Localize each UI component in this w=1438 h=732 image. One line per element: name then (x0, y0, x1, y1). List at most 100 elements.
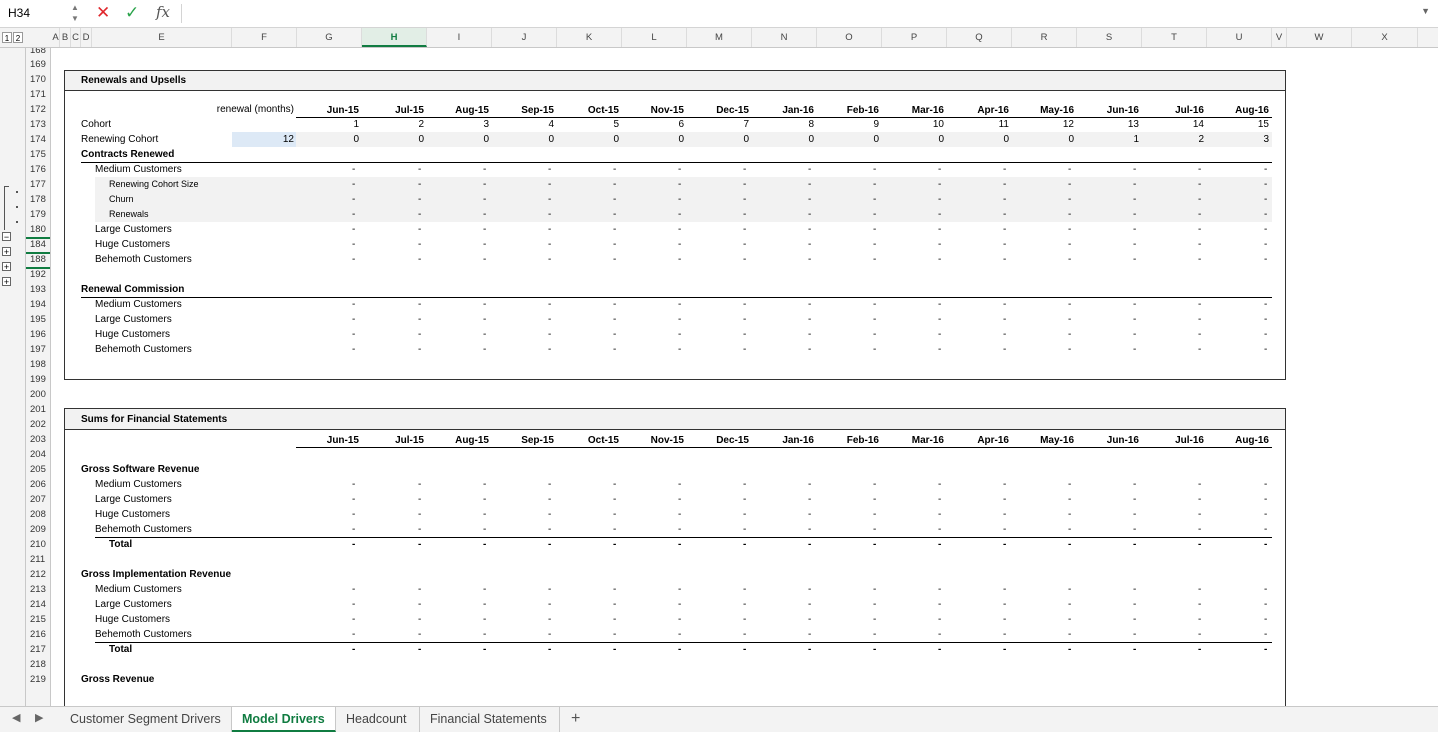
row-header-198[interactable]: 198 (26, 357, 50, 372)
row-header-213[interactable]: 213 (26, 582, 50, 597)
sheet-tab-model-drivers[interactable]: Model Drivers (232, 707, 336, 732)
name-box[interactable]: H34 (0, 0, 66, 26)
column-header-d[interactable]: D (81, 28, 92, 47)
impl-behemoth-dash: - (1068, 629, 1072, 640)
row-header-218[interactable]: 218 (26, 657, 50, 672)
column-header-g[interactable]: G (297, 28, 362, 47)
chevron-down-icon[interactable]: ▼ (1421, 6, 1430, 16)
column-header-m[interactable]: M (687, 28, 752, 47)
row-header-197[interactable]: 197 (26, 342, 50, 357)
contracts-large-dash: - (1264, 224, 1268, 235)
software-medium-dash: - (938, 479, 942, 490)
cohort-size-dash: - (483, 179, 487, 190)
contracts-behemoth-dash: - (1068, 254, 1072, 265)
outline-collapse-button[interactable]: − (2, 232, 11, 242)
outline-level-2-button[interactable]: 2 (13, 32, 23, 43)
renewals-section-title: Renewals and Upsells (65, 71, 1285, 91)
row-header-208[interactable]: 208 (26, 507, 50, 522)
row-header-169[interactable]: 169 (26, 57, 50, 72)
commission-behemoth-dash: - (352, 344, 356, 355)
column-header-q[interactable]: Q (947, 28, 1012, 47)
row-header-176[interactable]: 176 (26, 162, 50, 177)
sums-month-header-10: Apr-16 (977, 435, 1009, 446)
row-header-193[interactable]: 193 (26, 282, 50, 297)
row-header-171[interactable]: 171 (26, 87, 50, 102)
row-header-202[interactable]: 202 (26, 417, 50, 432)
row-header-215[interactable]: 215 (26, 612, 50, 627)
renewal-commission-label: Renewal Commission (81, 284, 185, 295)
column-header-r[interactable]: R (1012, 28, 1077, 47)
column-header-c[interactable]: C (71, 28, 81, 47)
sheet-tab-customer-segment-drivers[interactable]: Customer Segment Drivers (60, 707, 232, 732)
row-header-214[interactable]: 214 (26, 597, 50, 612)
close-icon[interactable]: ✕ (96, 3, 110, 23)
software-total-dash: - (548, 539, 552, 550)
sheet-tab-headcount[interactable]: Headcount (336, 707, 420, 732)
row-header-212[interactable]: 212 (26, 567, 50, 582)
prev-sheet-icon[interactable]: ◀ (12, 711, 20, 724)
column-header-n[interactable]: N (752, 28, 817, 47)
row-header-201[interactable]: 201 (26, 402, 50, 417)
row-header-178[interactable]: 178 (26, 192, 50, 207)
churn-dash: - (548, 194, 552, 205)
column-header-a[interactable]: A (52, 28, 60, 47)
column-header-v[interactable]: V (1272, 28, 1287, 47)
add-sheet-button[interactable]: + (571, 707, 580, 732)
row-header-196[interactable]: 196 (26, 327, 50, 342)
column-header-f[interactable]: F (232, 28, 297, 47)
sheet-tab-financial-statements[interactable]: Financial Statements (420, 707, 560, 732)
row-header-209[interactable]: 209 (26, 522, 50, 537)
outline-level-1-button[interactable]: 1 (2, 32, 12, 43)
row-header-206[interactable]: 206 (26, 477, 50, 492)
column-header-h[interactable]: H (362, 28, 427, 47)
outline-expand-button[interactable]: + (2, 277, 11, 287)
software-large-dash: - (1003, 494, 1007, 505)
row-header-175[interactable]: 175 (26, 147, 50, 162)
column-header-i[interactable]: I (427, 28, 492, 47)
row-header-174[interactable]: 174 (26, 132, 50, 147)
column-header-p[interactable]: P (882, 28, 947, 47)
row-header-217[interactable]: 217 (26, 642, 50, 657)
check-icon[interactable]: ✓ (125, 3, 139, 23)
sums-month-header-13: Jul-16 (1175, 435, 1204, 446)
row-header-219[interactable]: 219 (26, 672, 50, 687)
row-header-195[interactable]: 195 (26, 312, 50, 327)
function-icon[interactable]: fx (156, 3, 170, 21)
outline-expand-button[interactable]: + (2, 247, 11, 257)
row-header-203[interactable]: 203 (26, 432, 50, 447)
column-header-u[interactable]: U (1207, 28, 1272, 47)
row-header-207[interactable]: 207 (26, 492, 50, 507)
column-header-l[interactable]: L (622, 28, 687, 47)
row-header-200[interactable]: 200 (26, 387, 50, 402)
row-header-177[interactable]: 177 (26, 177, 50, 192)
outline-expand-button[interactable]: + (2, 262, 11, 272)
row-header-173[interactable]: 173 (26, 117, 50, 132)
column-header-o[interactable]: O (817, 28, 882, 47)
sums-month-header-12: Jun-16 (1106, 435, 1139, 446)
row-header-192[interactable]: 192 (26, 267, 50, 282)
row-header-172[interactable]: 172 (26, 102, 50, 117)
column-header-s[interactable]: S (1077, 28, 1142, 47)
row-header-170[interactable]: 170 (26, 72, 50, 87)
column-header-x[interactable]: X (1352, 28, 1418, 47)
column-header-t[interactable]: T (1142, 28, 1207, 47)
row-header-210[interactable]: 210 (26, 537, 50, 552)
row-header-199[interactable]: 199 (26, 372, 50, 387)
row-header-194[interactable]: 194 (26, 297, 50, 312)
contracts-medium-dash: - (808, 164, 812, 175)
column-header-j[interactable]: J (492, 28, 557, 47)
worksheet-grid[interactable]: Renewals and Upsells renewal (months) Jun-… (51, 48, 1438, 706)
row-header-204[interactable]: 204 (26, 447, 50, 462)
row-header-216[interactable]: 216 (26, 627, 50, 642)
row-header-211[interactable]: 211 (26, 552, 50, 567)
commission-behemoth-dash: - (418, 344, 422, 355)
row-header-179[interactable]: 179 (26, 207, 50, 222)
impl-huge-dash: - (418, 614, 422, 625)
column-header-e[interactable]: E (92, 28, 232, 47)
column-header-b[interactable]: B (60, 28, 71, 47)
next-sheet-icon[interactable]: ▶ (35, 711, 43, 724)
row-header-205[interactable]: 205 (26, 462, 50, 477)
column-header-w[interactable]: W (1287, 28, 1352, 47)
column-header-k[interactable]: K (557, 28, 622, 47)
name-box-stepper[interactable]: ▲ ▼ (69, 2, 81, 24)
